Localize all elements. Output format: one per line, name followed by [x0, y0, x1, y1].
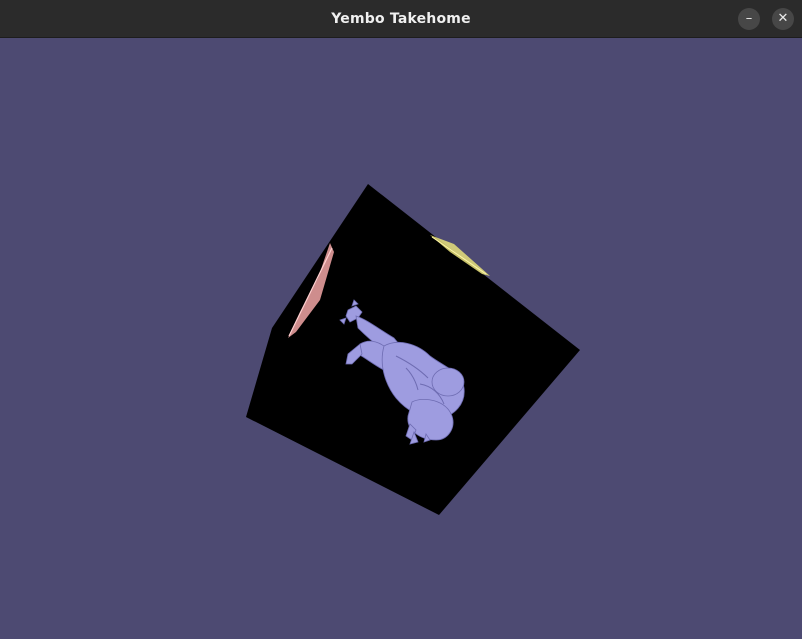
render-viewport[interactable] — [0, 38, 802, 639]
minimize-button[interactable]: – — [738, 8, 760, 30]
title-bar[interactable]: Yembo Takehome – ✕ — [0, 0, 802, 38]
3d-scene — [246, 184, 580, 515]
close-button[interactable]: ✕ — [772, 8, 794, 30]
window-title: Yembo Takehome — [331, 11, 471, 27]
app-window: Yembo Takehome – ✕ — [0, 0, 802, 639]
